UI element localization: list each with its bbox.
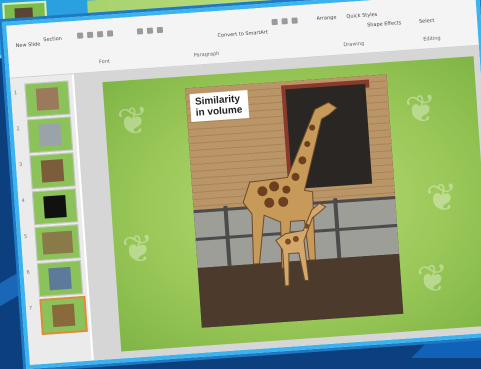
presentation-window: New Slide Section Convert to SmartArt Ar… xyxy=(2,0,481,369)
slide-number: 2 xyxy=(16,126,20,133)
bold-icon[interactable] xyxy=(76,32,84,39)
section-button[interactable]: Section xyxy=(43,36,62,43)
italic-icon[interactable] xyxy=(86,31,94,39)
numbering-icon[interactable] xyxy=(146,27,154,34)
butterfly-decoration: ❦ xyxy=(424,174,460,221)
slide-number: 3 xyxy=(18,161,23,169)
slide-caption[interactable]: Similarity in volume xyxy=(189,90,250,123)
shape-rect-icon[interactable] xyxy=(281,18,288,25)
slide-number: 7 xyxy=(28,305,33,312)
slide-number: 6 xyxy=(26,269,30,276)
align-left-icon[interactable] xyxy=(156,26,164,34)
shape-line-icon[interactable] xyxy=(271,18,278,26)
current-slide[interactable]: ❦ ❦ ❦ ❦ ❦ Similarity in volume xyxy=(102,56,481,352)
slide-thumbnail[interactable] xyxy=(34,224,81,262)
font-group-label: Font xyxy=(98,58,111,66)
butterfly-decoration: ❦ xyxy=(403,85,439,133)
slide-thumbnail[interactable] xyxy=(26,116,74,154)
arrange-button[interactable]: Arrange xyxy=(316,15,336,22)
slide-number: 1 xyxy=(13,90,18,97)
editing-group-label: Editing xyxy=(423,35,441,43)
slide-thumbnail[interactable] xyxy=(36,260,84,298)
quick-styles-button[interactable]: Quick Styles xyxy=(346,12,377,20)
convert-smartart-button[interactable]: Convert to SmartArt xyxy=(217,29,268,39)
slide-thumbnail[interactable] xyxy=(24,80,71,118)
shape-oval-icon[interactable] xyxy=(291,17,298,24)
giraffe-photo[interactable]: Similarity in volume xyxy=(185,74,404,328)
bullets-icon[interactable] xyxy=(136,28,144,35)
underline-icon[interactable] xyxy=(96,30,104,38)
paragraph-group-label: Paragraph xyxy=(193,50,220,59)
select-button[interactable]: Select xyxy=(419,18,435,25)
butterfly-decoration: ❦ xyxy=(115,98,151,145)
drawing-group-label: Drawing xyxy=(343,40,365,49)
butterfly-decoration: ❦ xyxy=(120,226,156,273)
slide-thumbnail[interactable] xyxy=(29,152,76,190)
slide-number: 4 xyxy=(21,197,25,205)
strikethrough-icon[interactable] xyxy=(106,30,114,37)
new-slide-button[interactable]: New Slide xyxy=(16,41,41,49)
slide-thumbnail-selected[interactable] xyxy=(39,295,88,335)
slide-editing-area: ❦ ❦ ❦ ❦ ❦ Similarity in volume xyxy=(73,45,481,361)
slide-number: 5 xyxy=(23,233,28,240)
slide-thumbnail[interactable] xyxy=(31,188,79,226)
shape-effects-button[interactable]: Shape Effects xyxy=(367,20,402,28)
butterfly-decoration: ❦ xyxy=(415,255,451,302)
